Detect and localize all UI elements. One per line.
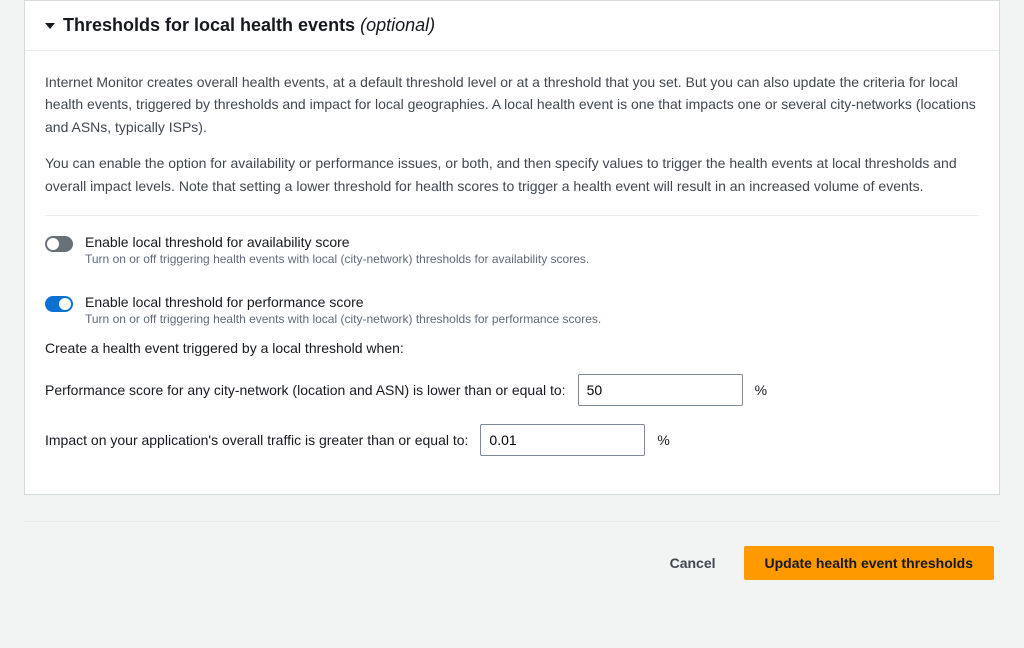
panel-title-text: Thresholds for local health events [63,15,360,35]
toggle-knob [47,238,59,250]
caret-down-icon [45,23,55,29]
performance-score-input[interactable] [578,374,743,406]
availability-toggle[interactable] [45,236,73,252]
toggle-knob [59,298,71,310]
performance-toggle[interactable] [45,296,73,312]
panel-description-2: You can enable the option for availabili… [45,152,979,197]
form-subheading: Create a health event triggered by a loc… [45,340,979,356]
panel-description-1: Internet Monitor creates overall health … [45,71,979,138]
divider [45,215,979,216]
performance-score-unit: % [755,382,767,398]
panel-body: Internet Monitor creates overall health … [25,51,999,494]
panel-title-optional: (optional) [360,15,435,35]
performance-toggle-row: Enable local threshold for performance s… [45,294,979,326]
update-thresholds-button[interactable]: Update health event thresholds [744,546,994,580]
performance-toggle-content: Enable local threshold for performance s… [85,294,979,326]
availability-toggle-label: Enable local threshold for availability … [85,234,979,250]
traffic-impact-row: Impact on your application's overall tra… [45,424,979,456]
cancel-button[interactable]: Cancel [660,549,726,577]
availability-toggle-content: Enable local threshold for availability … [85,234,979,266]
thresholds-panel: Thresholds for local health events (opti… [24,0,1000,495]
performance-score-label: Performance score for any city-network (… [45,382,566,398]
traffic-impact-unit: % [657,432,669,448]
footer-actions: Cancel Update health event thresholds [0,522,1024,604]
performance-toggle-hint: Turn on or off triggering health events … [85,312,979,326]
performance-score-row: Performance score for any city-network (… [45,374,979,406]
traffic-impact-input[interactable] [480,424,645,456]
availability-toggle-row: Enable local threshold for availability … [45,234,979,266]
performance-toggle-label: Enable local threshold for performance s… [85,294,979,310]
panel-title: Thresholds for local health events (opti… [63,15,435,36]
availability-toggle-hint: Turn on or off triggering health events … [85,252,979,266]
traffic-impact-label: Impact on your application's overall tra… [45,432,468,448]
panel-header[interactable]: Thresholds for local health events (opti… [25,1,999,51]
